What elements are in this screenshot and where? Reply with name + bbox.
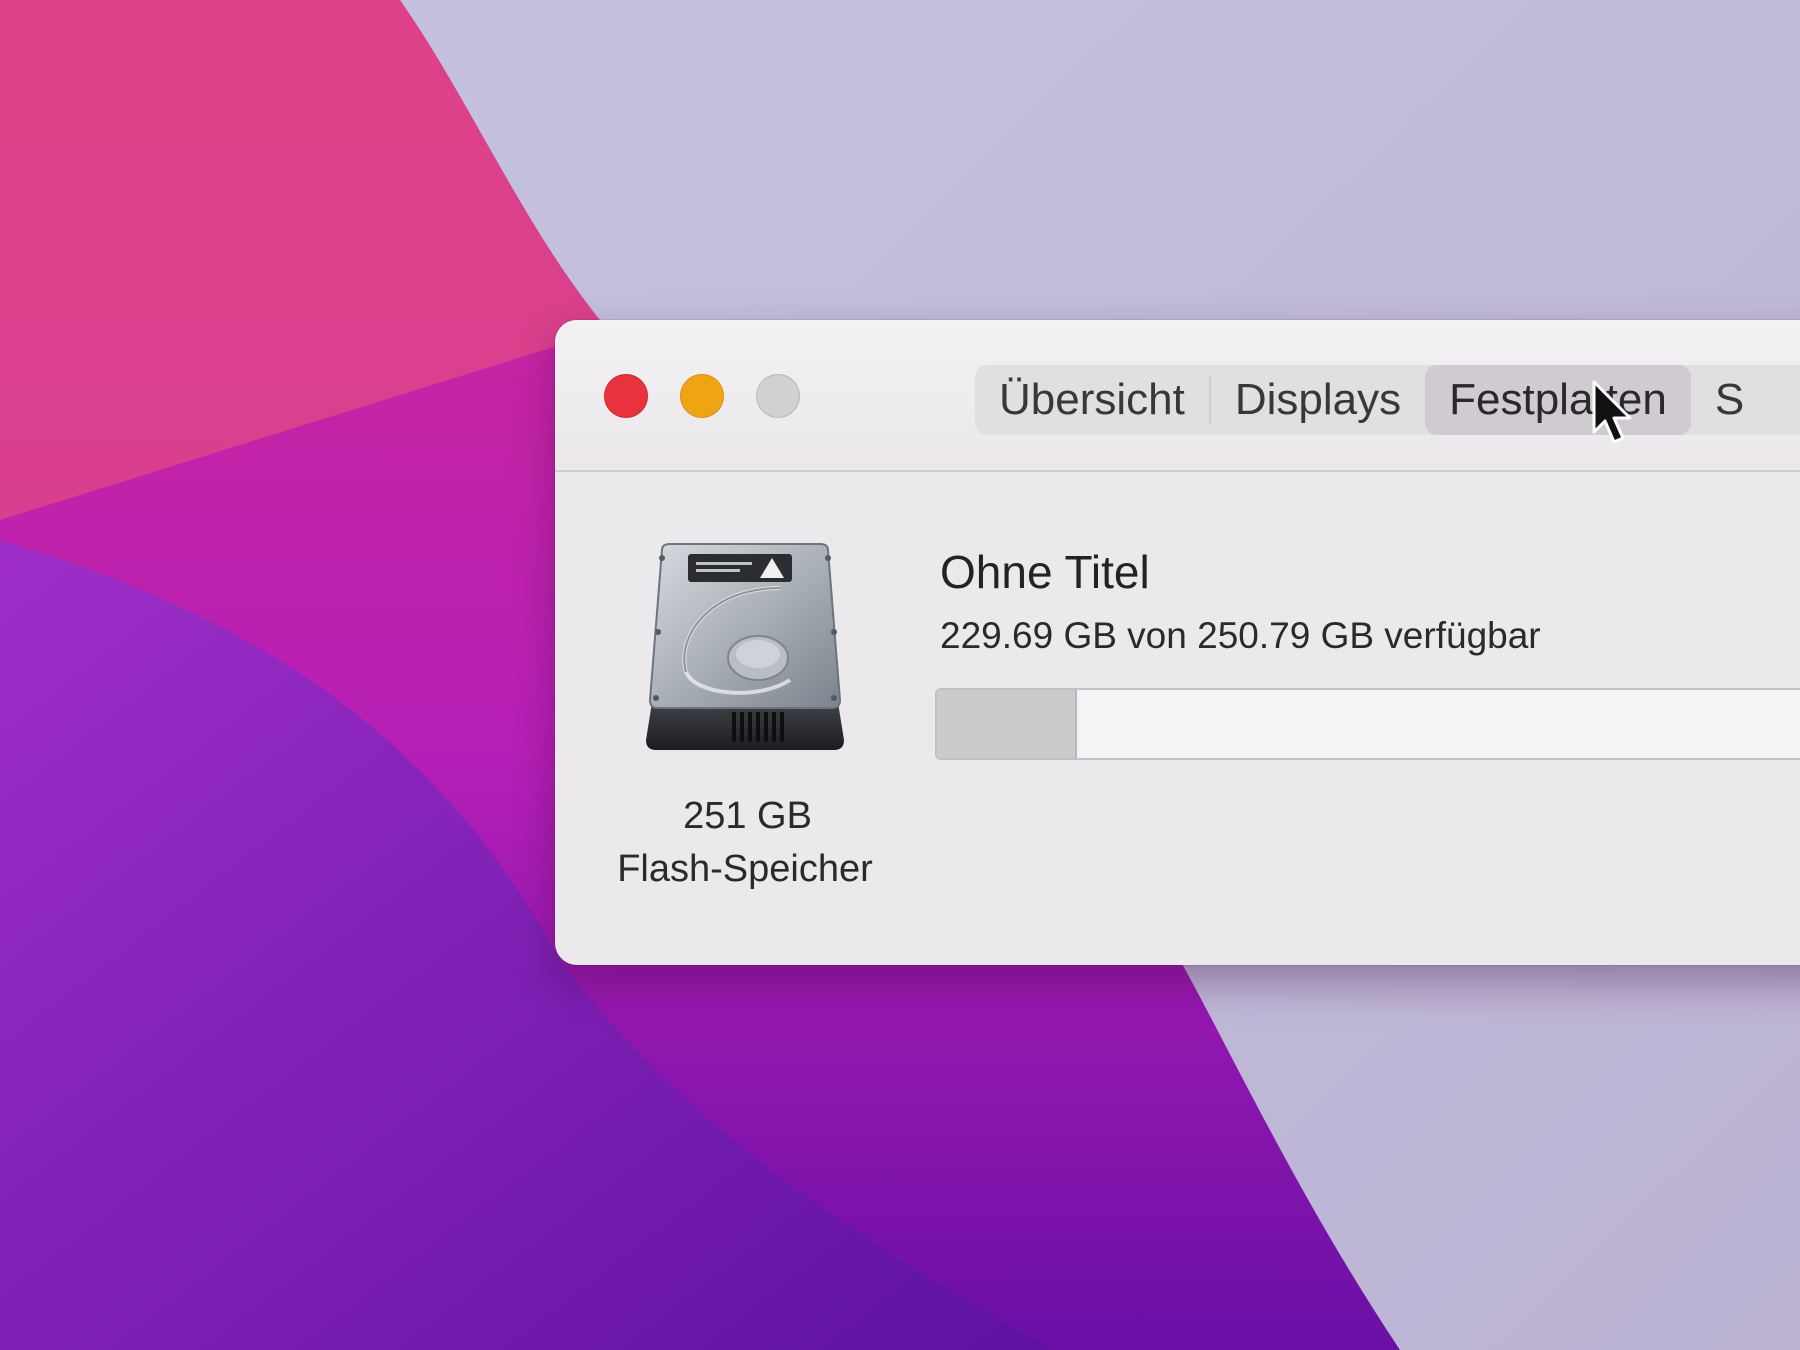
- tab-displays[interactable]: Displays: [1211, 365, 1425, 435]
- storage-usage-bar: [935, 688, 1800, 760]
- tab-s[interactable]: S: [1691, 365, 1768, 435]
- tab-bar: Übersicht Displays Festplatten S: [975, 365, 1800, 435]
- hard-drive-icon: [640, 540, 850, 760]
- window-titlebar: Übersicht Displays Festplatten S: [555, 320, 1800, 472]
- system-info-window: Übersicht Displays Festplatten S 251 GB …: [555, 320, 1800, 965]
- disk-type-label: Flash-Speicher: [617, 848, 873, 890]
- volume-name: Ohne Titel: [940, 546, 1150, 598]
- tab-festplatten[interactable]: Festplatten: [1425, 365, 1691, 435]
- storage-used-fill: [937, 690, 1077, 758]
- close-button[interactable]: [604, 374, 648, 418]
- volume-available-text: 229.69 GB von 250.79 GB verfügbar: [940, 615, 1541, 656]
- mouse-pointer-icon: [1592, 380, 1632, 444]
- zoom-button[interactable]: [756, 374, 800, 418]
- disk-capacity-label: 251 GB: [683, 795, 812, 837]
- tab-ubersicht[interactable]: Übersicht: [975, 365, 1209, 435]
- minimize-button[interactable]: [680, 374, 724, 418]
